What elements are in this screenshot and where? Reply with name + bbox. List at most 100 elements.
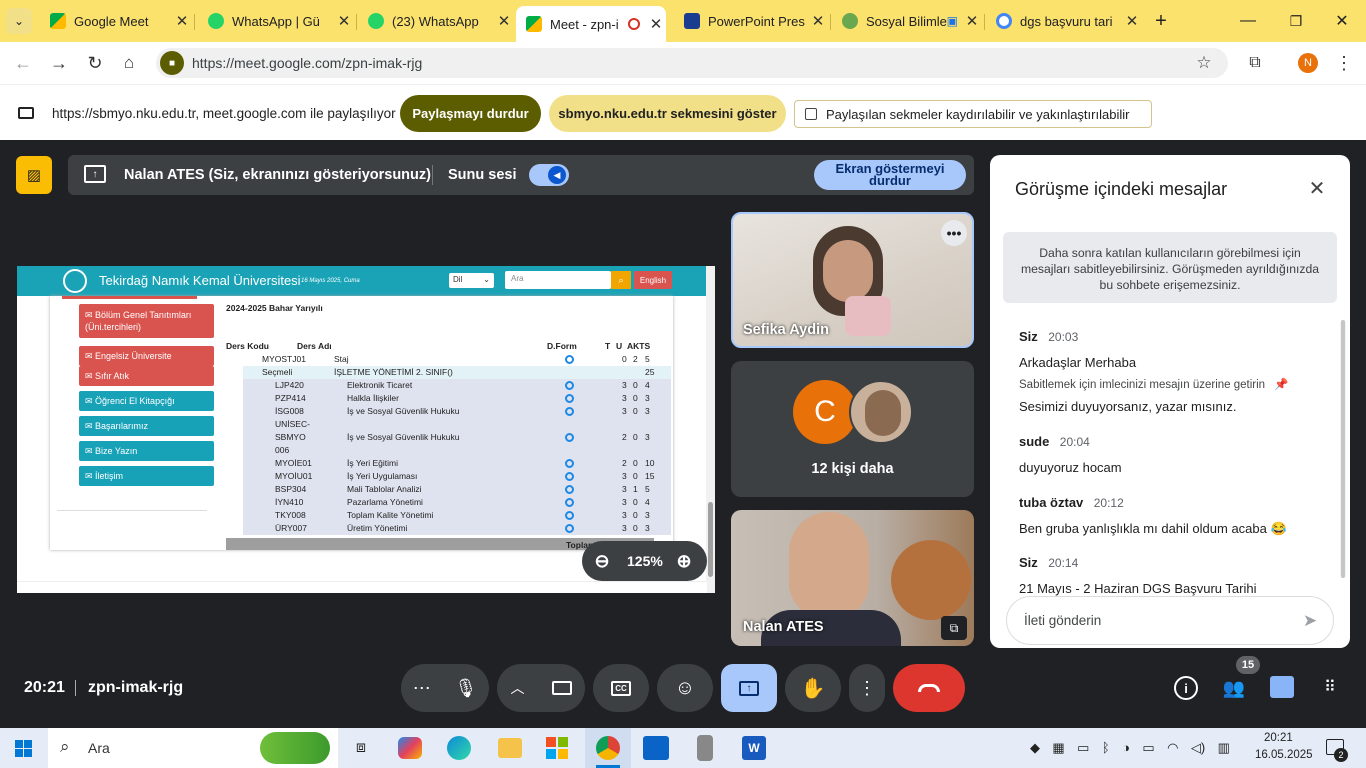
close-icon[interactable]: ✕ [1304, 175, 1330, 201]
side-menu-item[interactable]: ✉ Sıfır Atık [79, 366, 214, 386]
more-options-icon[interactable]: ••• [941, 220, 967, 246]
mic-icon[interactable]: 🎙 [454, 678, 477, 699]
taskbar-search[interactable]: ⌕ Ara [48, 728, 338, 768]
clock-date[interactable]: 16.05.2025 [1255, 749, 1313, 761]
side-menu-item[interactable]: ✉ Bize Yazın [79, 441, 214, 461]
side-menu-item[interactable]: ✉ Başarılarımız [79, 416, 214, 436]
search-icon[interactable] [565, 407, 574, 416]
reload-icon[interactable]: ↻ [82, 50, 108, 76]
close-icon[interactable]: ✕ [1122, 12, 1142, 30]
tab-whatsapp-1[interactable]: WhatsApp | Gü ✕ [198, 6, 354, 36]
zoom-in-icon[interactable]: ⊕ [672, 549, 696, 573]
scrollbar[interactable] [706, 266, 715, 593]
windows-start-icon[interactable] [15, 740, 32, 757]
raise-hand-button[interactable]: ✋ [785, 664, 841, 712]
search-icon[interactable] [565, 459, 574, 468]
language-select[interactable]: Dil ⌄ [449, 273, 494, 288]
back-icon[interactable]: ← [10, 50, 36, 76]
self-tile[interactable]: Nalan ATES ⧉ [731, 510, 974, 646]
more-options-button[interactable]: ⋮ [849, 664, 885, 712]
menu-icon[interactable]: ⋮ [1334, 50, 1354, 76]
search-icon[interactable]: ⌕ [611, 271, 631, 289]
show-tab-button[interactable]: sbmyo.nku.edu.tr sekmesini göster [549, 95, 786, 132]
search-icon[interactable] [565, 355, 574, 364]
clock-time[interactable]: 20:21 [1264, 732, 1293, 744]
others-tile[interactable]: C 12 kişi daha [731, 361, 974, 497]
task-view-icon[interactable]: ⧈ [350, 737, 372, 759]
volume-icon[interactable]: ◁) [1191, 740, 1205, 756]
pin-icon[interactable]: 📌 [1274, 379, 1288, 391]
site-search-input[interactable]: Ara [505, 271, 611, 289]
bluetooth-icon[interactable]: ᛒ [1102, 740, 1110, 756]
copilot-icon[interactable] [398, 737, 422, 759]
captions-button[interactable]: CC [593, 664, 649, 712]
edge-icon[interactable] [447, 736, 471, 760]
forward-icon[interactable]: → [46, 50, 72, 76]
chat-message[interactable]: Siz 20:14 21 Mayıs - 2 Haziran DGS Başvu… [1019, 554, 1329, 596]
leave-call-button[interactable] [893, 664, 965, 712]
search-icon[interactable] [565, 498, 574, 507]
shared-screen[interactable]: Tekirdağ Namık Kemal Üniversitesi 16 May… [17, 266, 715, 593]
english-button[interactable]: English [634, 271, 672, 289]
chat-message[interactable]: tuba öztav 20:12 Ben gruba yanlışlıkla m… [1019, 494, 1329, 537]
search-icon[interactable] [565, 394, 574, 403]
side-menu-item[interactable]: ✉ İletişim [79, 466, 214, 486]
scrollbar-thumb[interactable] [708, 502, 713, 577]
side-menu-item[interactable]: ✉ Bölüm Genel Tanıtımları (Üni.tercihler… [79, 304, 214, 338]
close-icon[interactable]: ✕ [962, 12, 982, 30]
share-off-icon[interactable]: ▨ [16, 156, 52, 194]
search-icon[interactable] [565, 524, 574, 533]
file-explorer-icon[interactable] [498, 738, 522, 758]
restore-button[interactable]: ❐ [1276, 8, 1316, 34]
info-icon[interactable]: i [1174, 676, 1198, 700]
tab-google-meet[interactable]: Google Meet ✕ [40, 6, 192, 36]
zoom-out-icon[interactable]: ⊖ [590, 549, 614, 573]
extensions-icon[interactable]: ⧉ [1242, 50, 1268, 76]
activities-icon[interactable]: ⠿ [1318, 675, 1342, 699]
close-icon[interactable]: ✕ [172, 12, 192, 30]
presentation-audio-toggle[interactable]: ◀ [529, 164, 569, 186]
scroll-info-button[interactable]: Paylaşılan sekmeler kaydırılabilir ve ya… [794, 100, 1152, 128]
chat-icon[interactable] [1270, 676, 1294, 698]
search-icon[interactable] [565, 433, 574, 442]
chat-message[interactable]: Siz 20:03 Arkadaşlar Merhaba Sabitlemek … [1019, 328, 1329, 414]
search-icon[interactable] [565, 381, 574, 390]
minimize-button[interactable]: — [1228, 8, 1268, 34]
store-icon[interactable] [546, 737, 568, 759]
tab-search-icon[interactable]: ⌄ [6, 8, 32, 34]
search-icon[interactable] [565, 485, 574, 494]
chevron-up-icon[interactable]: ︿ [511, 678, 525, 698]
home-icon[interactable]: ⌂ [116, 50, 142, 76]
search-icon[interactable] [565, 511, 574, 520]
word-icon[interactable]: W [742, 736, 766, 760]
stop-presenting-button[interactable]: Ekran göstermeyi durdur [814, 160, 966, 190]
participant-tile-sefika[interactable]: ••• Sefika Aydin [731, 212, 974, 348]
tab-meet-active[interactable]: Meet - zpn-i ✕ [516, 6, 666, 42]
recorder-icon[interactable] [697, 735, 713, 761]
tab-dgs[interactable]: dgs başvuru tari ✕ [986, 6, 1142, 36]
tab-sosyal[interactable]: Sosyal Bilimle ▣ ✕ [832, 6, 982, 36]
search-icon[interactable] [565, 472, 574, 481]
people-icon[interactable]: 👥 [1219, 674, 1249, 702]
chat-input[interactable]: İleti gönderin ➤ [1006, 596, 1334, 645]
star-icon[interactable]: ☆ [1192, 52, 1216, 74]
new-tab-button[interactable]: + [1148, 8, 1174, 34]
outlook-icon[interactable] [643, 736, 669, 760]
close-icon[interactable]: ✕ [646, 15, 666, 33]
chrome-taskbar-button[interactable] [585, 728, 631, 768]
present-button[interactable]: ↑ [721, 664, 777, 712]
tray-app-icon[interactable]: ◆ [1030, 740, 1040, 756]
tab-whatsapp-2[interactable]: (23) WhatsApp ✕ [358, 6, 514, 36]
battery-icon[interactable]: ▭ [1142, 740, 1154, 756]
chat-scrollbar-thumb[interactable] [1341, 320, 1345, 578]
close-window-button[interactable]: ✕ [1322, 8, 1362, 34]
close-icon[interactable]: ✕ [808, 12, 828, 30]
more-audio-options-icon[interactable]: ⋯ [413, 678, 431, 699]
stop-sharing-button[interactable]: Paylaşmayı durdur [400, 95, 541, 132]
picture-in-picture-icon[interactable]: ⧉ [941, 616, 967, 640]
wifi-icon[interactable]: ◠ [1167, 740, 1178, 756]
side-menu-item[interactable]: ✉ Engelsiz Üniversite [79, 346, 214, 366]
tray-app-icon[interactable]: ▭ [1077, 740, 1089, 756]
notification-tray-icon[interactable]: ▥ [1218, 740, 1230, 756]
chat-message[interactable]: sude 20:04 duyuyoruz hocam [1019, 433, 1329, 475]
